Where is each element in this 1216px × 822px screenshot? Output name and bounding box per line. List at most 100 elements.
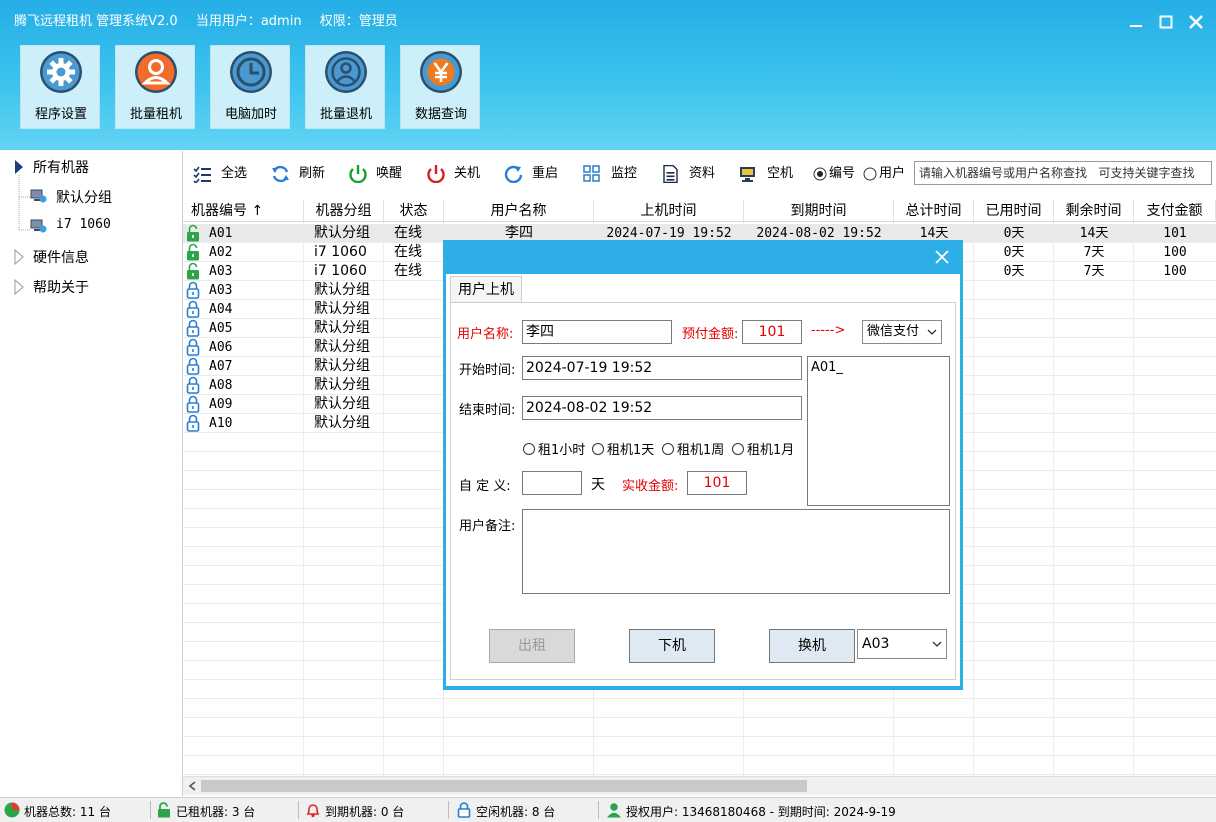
unlock-icon	[187, 224, 199, 242]
radio-id-label: 编号	[829, 166, 856, 181]
radio-unchecked-icon	[863, 167, 877, 181]
cell-remain: 7天	[1083, 245, 1105, 260]
tab-user-login[interactable]: 用户上机	[450, 276, 522, 303]
actual-amount-label: 实收金额:	[622, 479, 679, 494]
payment-method-select[interactable]: 微信支付	[862, 320, 942, 344]
dialog-body: 用户上机 用户名称: 李四 预付金额: 101 -----> 微信支付 开始时间…	[446, 274, 960, 686]
dialog-close-icon[interactable]	[931, 246, 953, 271]
tab-pane: 用户名称: 李四 预付金额: 101 -----> 微信支付 开始时间: 202…	[450, 302, 956, 680]
column-header[interactable]: 状态	[384, 200, 444, 222]
user-icon	[135, 51, 177, 93]
maximize-icon[interactable]	[1154, 10, 1178, 34]
column-header[interactable]: 到期时间	[744, 200, 894, 222]
swap-button[interactable]: 换机	[769, 629, 855, 663]
batch-rent-label: 批量租机	[129, 107, 182, 122]
empty-row	[183, 737, 1216, 756]
radio-icon	[592, 443, 604, 455]
horizontal-scrollbar[interactable]	[183, 776, 1216, 795]
scrollbar-thumb[interactable]	[201, 780, 807, 792]
radio-rent-1week[interactable]: 租机1周	[662, 439, 724, 458]
collapsed-arrow-icon[interactable]	[14, 249, 24, 265]
rent-1hour-label: 租1小时	[538, 443, 586, 458]
cell-status	[394, 281, 444, 300]
cell-used	[974, 357, 1054, 376]
cell-status	[394, 357, 444, 376]
expanded-arrow-icon[interactable]	[14, 159, 24, 175]
shutdown-label: 关机	[454, 166, 481, 181]
radio-rent-1day[interactable]: 租机1天	[592, 439, 654, 458]
cell-group: 默认分组	[314, 282, 370, 298]
cell-remain: 7天	[1083, 264, 1105, 279]
radio-rent-1month[interactable]: 租机1月	[732, 439, 794, 458]
unlock-icon	[187, 262, 199, 280]
prepay-input[interactable]: 101	[742, 320, 802, 344]
radio-icon	[523, 443, 535, 455]
column-header[interactable]: 总计时间	[894, 200, 974, 222]
day-unit-label: 天	[591, 477, 605, 493]
cell-remain	[1054, 338, 1134, 357]
pie-icon	[4, 802, 20, 818]
scroll-left-icon[interactable]	[186, 778, 200, 794]
offline-button[interactable]: 下机	[629, 629, 715, 663]
rent-button[interactable]: 出租	[489, 629, 575, 663]
cell-id: A04	[209, 302, 233, 317]
power-green-icon	[349, 165, 367, 183]
custom-days-input[interactable]	[522, 471, 582, 495]
column-header[interactable]: 已用时间	[974, 200, 1054, 222]
cell-used	[974, 395, 1054, 414]
program-settings-button[interactable]: 程序设置	[20, 45, 100, 129]
add-time-label: 电脑加时	[224, 107, 277, 122]
batch-rent-button[interactable]: 批量租机	[115, 45, 195, 129]
end-time-input[interactable]: 2024-08-02 19:52	[522, 396, 802, 420]
cell-id: A08	[209, 378, 233, 393]
close-icon[interactable]	[1184, 10, 1208, 34]
note-label: 用户备注:	[459, 519, 516, 534]
cell-status	[394, 376, 444, 395]
tree-root-label: 所有机器	[33, 160, 89, 176]
actual-amount-input[interactable]: 101	[687, 471, 747, 495]
column-header[interactable]: 机器编号 ↑	[183, 200, 304, 222]
swap-target-select[interactable]: A03	[857, 629, 947, 659]
column-header[interactable]: 机器分组	[304, 200, 384, 222]
lock-icon	[186, 395, 200, 413]
cell-paid	[1134, 395, 1216, 414]
cell-paid	[1134, 376, 1216, 395]
cell-remain	[1054, 300, 1134, 319]
cell-group: i7 1060	[314, 244, 367, 260]
cell-group: 默认分组	[314, 396, 370, 412]
lock-blue-icon	[457, 802, 471, 818]
start-time-input[interactable]: 2024-07-19 19:52	[522, 356, 802, 380]
batch-return-button[interactable]: 批量退机	[305, 45, 385, 129]
cell-paid	[1134, 338, 1216, 357]
batch-return-label: 批量退机	[319, 107, 372, 122]
username-input[interactable]: 李四	[522, 320, 672, 344]
data-query-button[interactable]: 数据查询	[400, 45, 480, 129]
cell-id: A06	[209, 340, 233, 355]
radio-rent-1hour[interactable]: 租1小时	[523, 439, 585, 458]
column-header[interactable]: 用户名称	[444, 200, 594, 222]
status-idle-text: 空闲机器: 8 台	[476, 805, 556, 819]
lock-icon	[186, 376, 200, 394]
radio-icon	[732, 443, 744, 455]
wake-label: 唤醒	[376, 166, 403, 181]
cell-used: 0天	[1003, 245, 1025, 260]
cell-used	[974, 281, 1054, 300]
cell-group: 默认分组	[314, 225, 370, 241]
checklist-icon	[193, 166, 211, 183]
minimize-icon[interactable]	[1124, 10, 1148, 34]
search-input[interactable]	[914, 161, 1212, 185]
cell-paid: 100	[1163, 264, 1187, 279]
column-header[interactable]: 剩余时间	[1054, 200, 1134, 222]
cell-id: A02	[209, 245, 233, 260]
column-header[interactable]: 上机时间	[594, 200, 744, 222]
column-header[interactable]: 支付金额	[1134, 200, 1216, 222]
cell-remain	[1054, 376, 1134, 395]
add-time-button[interactable]: 电脑加时	[210, 45, 290, 129]
machine-list-box[interactable]: A01_	[807, 356, 950, 506]
note-textarea[interactable]	[522, 509, 950, 594]
lock-icon	[186, 281, 200, 299]
unlock-green-icon	[158, 802, 170, 818]
cell-group: 默认分组	[314, 301, 370, 317]
collapsed-arrow-icon[interactable]	[14, 279, 24, 295]
empty-row	[183, 718, 1216, 737]
